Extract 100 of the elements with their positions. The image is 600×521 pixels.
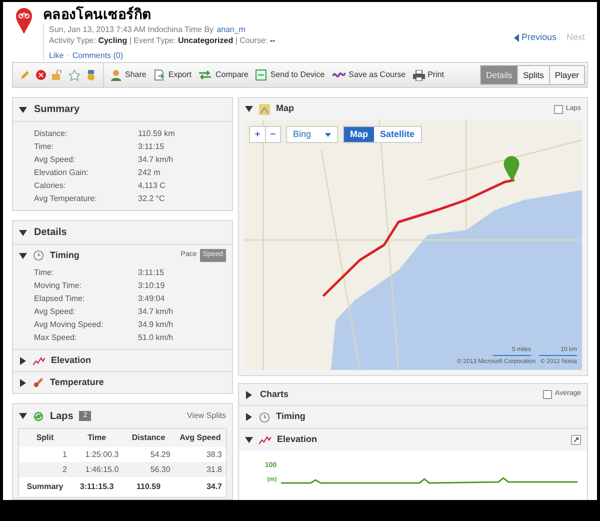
trend-line-icon (33, 356, 45, 366)
zoom-out-button[interactable]: − (265, 127, 280, 142)
collapse-triangle-icon[interactable] (19, 252, 27, 260)
view-splits-link[interactable]: View Splits (187, 410, 226, 422)
stat-label: Distance: (34, 128, 68, 140)
table-cell-text: 1:46:15.0 (84, 464, 120, 476)
squiggle-icon (332, 70, 346, 80)
expand-icon[interactable] (571, 435, 581, 446)
medal-icon[interactable] (86, 70, 96, 81)
table-cell-text: 34.7 (205, 481, 224, 494)
stat-value: 242 m (138, 166, 160, 179)
clock-icon (259, 412, 270, 423)
stat-label: Avg Moving Speed: (34, 318, 104, 331)
activity-title: คลองโคนเซอร์กิต (43, 5, 152, 23)
map-mode-tab[interactable]: Map (344, 127, 374, 142)
panel-title: Map (276, 102, 294, 116)
column-header: Time (86, 432, 108, 444)
table-cell-text: 31.8 (205, 464, 224, 476)
laps-checkbox[interactable] (554, 104, 563, 114)
left-triangle-icon (514, 34, 520, 42)
table-cell-text: Summary (26, 481, 64, 494)
stat-label: Time: (34, 140, 55, 153)
table-cell-text: 1:25:00.3 (84, 448, 120, 461)
person-icon (110, 69, 122, 82)
activity-meta: Activity Type: Cycling | Event Type: Uncategorized | Course: -- (49, 35, 276, 46)
trend-line-icon (259, 435, 271, 446)
toolbar-button[interactable]: Send to Device (255, 69, 325, 82)
table-cell-text: 2 (62, 464, 68, 476)
stat-label: Moving Time: (34, 280, 83, 292)
map-mode-tab[interactable]: Satellite (374, 127, 421, 142)
stat-value: 34.9 km/h (138, 318, 174, 331)
stat-value: 3:11:15 (138, 140, 164, 153)
view-tab[interactable]: Player (548, 66, 584, 84)
panel-title: Details (34, 226, 67, 240)
stat-label: Max Speed: (34, 332, 78, 344)
average-checkbox[interactable] (543, 390, 552, 400)
stat-value: 34.7 km/h (138, 154, 174, 166)
stat-value: 3:49:04 (138, 292, 165, 305)
table-cell-text: 54.29 (149, 448, 172, 461)
refresh-icon (33, 410, 44, 422)
collapse-triangle-icon[interactable] (19, 412, 27, 420)
arrows-icon (198, 70, 212, 80)
table-cell-text: 3:11:15.3 (78, 481, 115, 494)
stat-label: Avg Temperature: (34, 192, 98, 205)
section-title: Timing (276, 410, 306, 424)
clock-icon (33, 250, 44, 262)
comments-link[interactable]: Comments (0) (72, 50, 124, 61)
table-cell-text: 1 (62, 448, 68, 461)
device-icon (255, 69, 268, 82)
collapse-triangle-icon[interactable] (245, 436, 253, 444)
provider-dropdown[interactable]: Bing (286, 126, 338, 144)
like-link[interactable]: Like (49, 50, 64, 61)
stat-value: 110.59 km (138, 128, 175, 140)
toolbar-button[interactable]: Save as Course (332, 69, 406, 82)
expand-triangle-icon[interactable] (245, 413, 253, 422)
toolbar-button[interactable]: Share (110, 69, 146, 82)
toolbar-button[interactable]: Print (412, 69, 444, 82)
panel-title: Summary (34, 103, 80, 118)
stat-value: 32.2 °C (138, 192, 165, 205)
thermometer-icon (33, 377, 44, 388)
toolbar-button[interactable]: Compare (198, 69, 248, 82)
expand-triangle-icon[interactable] (19, 356, 27, 365)
map-icon (259, 104, 270, 115)
expand-triangle-icon[interactable] (19, 378, 27, 387)
toolbar-button[interactable]: Export (153, 69, 192, 82)
stat-value: 3:11:15 (138, 266, 164, 279)
collapse-triangle-icon[interactable] (19, 228, 27, 237)
column-header: Split (35, 432, 55, 444)
previous-link[interactable]: Previous (514, 13, 556, 62)
section-title: Elevation (277, 433, 318, 446)
lock-icon[interactable] (52, 70, 63, 80)
zoom-in-button[interactable]: + (250, 127, 265, 142)
stat-value: 3:10:19 (138, 280, 165, 292)
section-title: Timing (50, 248, 80, 262)
activity-date: Sun, Jan 13, 2013 7:43 AM Indochina Time By (49, 24, 214, 35)
stat-label: Elapsed Time: (34, 292, 86, 305)
panel-title: Laps (50, 410, 74, 424)
separator: · (66, 50, 70, 61)
delete-icon[interactable] (36, 70, 46, 80)
document-arrow-icon (153, 69, 166, 82)
view-tab[interactable]: Splits (517, 66, 549, 84)
collapse-triangle-icon[interactable] (19, 106, 27, 114)
stat-label: Time: (34, 266, 55, 279)
stat-value: 51.0 km/h (138, 332, 174, 344)
section-title: Temperature (50, 376, 105, 389)
stat-label: Avg Speed: (34, 154, 76, 166)
author-link[interactable]: anan_m (216, 24, 246, 35)
table-cell-text: 110.59 (135, 481, 162, 494)
stat-label: Avg Speed: (34, 306, 76, 318)
column-header: Distance (130, 432, 166, 444)
collapse-triangle-icon[interactable] (245, 105, 253, 114)
expand-triangle-icon[interactable] (245, 390, 253, 399)
table-cell-text: 38.3 (205, 448, 224, 461)
caret-icon (325, 132, 332, 137)
stat-value: 34.7 km/h (138, 306, 174, 318)
star-icon[interactable] (69, 70, 80, 81)
panel-title: Charts (260, 388, 289, 401)
table-cell-text: 56.30 (149, 464, 172, 476)
printer-icon (412, 70, 425, 81)
stat-label: Calories: (34, 180, 67, 192)
